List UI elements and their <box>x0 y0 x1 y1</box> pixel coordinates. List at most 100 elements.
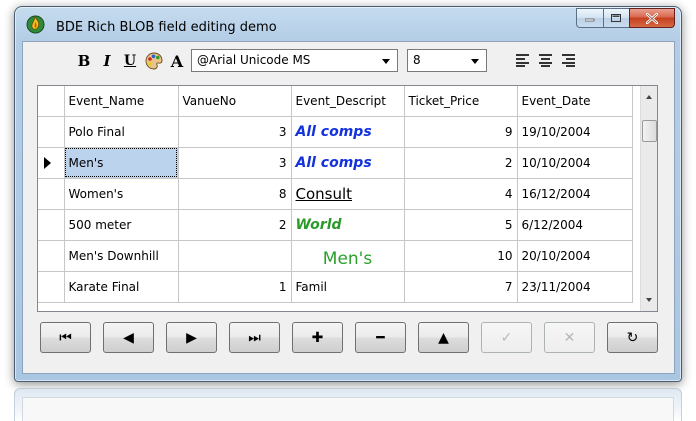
align-right-button[interactable] <box>562 54 576 67</box>
ticket-price-cell[interactable]: 4 <box>404 178 518 210</box>
event-date-cell[interactable]: 23/11/2004 <box>517 271 633 303</box>
event-descript-cell[interactable]: All comps <box>291 147 405 179</box>
table-row[interactable]: Men's 3 All comps 2 10/10/2004 <box>38 147 633 179</box>
event-date-cell[interactable]: 16/12/2004 <box>517 178 633 210</box>
scroll-down-arrow-icon[interactable] <box>646 298 652 302</box>
font-name-combo[interactable]: @Arial Unicode MS <box>191 49 398 72</box>
font-button[interactable]: A <box>166 50 188 72</box>
ticket-price-cell[interactable]: 5 <box>404 209 518 241</box>
maximize-button[interactable] <box>603 8 629 28</box>
ticket-price-cell[interactable]: 9 <box>404 116 518 148</box>
nav-last-button[interactable]: ⏭ <box>229 322 280 353</box>
chevron-down-icon <box>471 59 479 64</box>
event-name-cell[interactable]: Polo Final <box>64 116 179 148</box>
italic-icon: I <box>103 52 111 70</box>
nav-cancel-button[interactable]: ✕ <box>544 322 595 353</box>
format-toolbar: B I U A @Arial Unicode MS 8 <box>23 42 674 78</box>
scrollbar-thumb[interactable] <box>642 120 657 142</box>
row-indicator[interactable] <box>38 116 65 148</box>
underline-icon: U <box>123 53 137 69</box>
nav-post-button[interactable]: ✓ <box>481 322 532 353</box>
minimize-button[interactable] <box>576 8 603 28</box>
row-indicator[interactable] <box>38 209 65 241</box>
event-date-cell[interactable]: 19/10/2004 <box>517 116 633 148</box>
event-name-cell[interactable]: 500 meter <box>64 209 179 241</box>
row-indicator[interactable] <box>38 147 65 179</box>
venue-no-cell-text: 3 <box>278 124 287 139</box>
venue-no-cell[interactable]: 2 <box>178 209 292 241</box>
nav-prior-button[interactable]: ◀ <box>103 322 154 353</box>
ticket-price-cell-text: 9 <box>504 124 513 139</box>
title-bar[interactable]: BDE Rich BLOB field editing demo <box>15 7 681 37</box>
event-name-cell[interactable]: Men's Downhill <box>64 240 179 272</box>
align-left-button[interactable] <box>516 54 530 67</box>
nav-refresh-button[interactable]: ↻ <box>607 322 658 353</box>
event-descript-cell-text: All comps <box>295 123 372 140</box>
event-date-cell-text: 10/10/2004 <box>521 155 591 170</box>
venue-no-cell[interactable]: 3 <box>178 147 292 179</box>
event-descript-cell[interactable]: All comps <box>291 116 405 148</box>
event-name-cell[interactable]: Karate Final <box>64 271 179 303</box>
nav-first-icon: ⏮ <box>59 329 72 346</box>
ticket-price-cell[interactable]: 2 <box>404 147 518 179</box>
event-name-cell[interactable]: Women's <box>64 178 179 210</box>
column-header[interactable]: Ticket_Price <box>404 86 518 117</box>
nav-next-button[interactable]: ▶ <box>166 322 217 353</box>
row-indicator[interactable] <box>38 271 65 303</box>
close-button[interactable] <box>629 8 675 28</box>
ticket-price-cell[interactable]: 10 <box>404 240 518 272</box>
ticket-price-cell[interactable]: 7 <box>404 271 518 303</box>
event-name-cell-text: Polo Final <box>68 124 125 139</box>
scroll-up-arrow-icon[interactable] <box>646 95 652 99</box>
ticket-price-cell-text: 7 <box>504 279 513 294</box>
event-descript-cell-text: World <box>295 216 342 233</box>
palette-icon <box>145 52 163 70</box>
font-size-combo[interactable]: 8 <box>407 49 487 72</box>
vertical-scrollbar[interactable] <box>640 86 657 311</box>
event-descript-cell[interactable]: Men's <box>291 240 405 272</box>
client-area: B I U A @Arial Unicode MS 8 Event_Name V… <box>22 41 675 374</box>
column-header[interactable]: Event_Name <box>64 86 179 117</box>
nav-delete-button[interactable]: ━ <box>355 322 406 353</box>
window-title: BDE Rich BLOB field editing demo <box>56 20 277 35</box>
event-descript-cell[interactable]: Consult <box>291 178 405 210</box>
column-header[interactable]: Event_Descript <box>291 86 405 117</box>
event-name-cell[interactable]: Men's <box>64 147 179 179</box>
reflection-inner <box>22 397 674 421</box>
column-header[interactable]: VanueNo <box>178 86 292 117</box>
nav-last-icon: ⏭ <box>248 329 261 346</box>
db-navigator: ⏮ ◀ ▶ ⏭ ✚ ━ ▲ ✓ ✕ ↻ <box>40 322 665 355</box>
table-row[interactable]: Karate Final 1 Famil 7 23/11/2004 <box>38 271 633 303</box>
event-date-cell[interactable]: 6/12/2004 <box>517 209 633 241</box>
table-row[interactable]: Polo Final 3 All comps 9 19/10/2004 <box>38 116 633 148</box>
event-descript-cell[interactable]: Famil <box>291 271 405 303</box>
table-row[interactable]: Women's 8 Consult 4 16/12/2004 <box>38 178 633 210</box>
venue-no-cell[interactable] <box>178 240 292 272</box>
nav-first-button[interactable]: ⏮ <box>40 322 91 353</box>
font-name-value: @Arial Unicode MS <box>197 53 311 67</box>
font-size-value: 8 <box>413 53 421 67</box>
venue-no-cell[interactable]: 3 <box>178 116 292 148</box>
data-grid[interactable]: Event_Name VanueNo Event_Descript Ticket… <box>37 85 658 312</box>
event-date-cell[interactable]: 20/10/2004 <box>517 240 633 272</box>
nav-insert-button[interactable]: ✚ <box>292 322 343 353</box>
bold-button[interactable]: B <box>73 50 95 72</box>
event-date-cell-text: 16/12/2004 <box>521 186 591 201</box>
event-date-cell[interactable]: 10/10/2004 <box>517 147 633 179</box>
event-descript-cell-text: Men's <box>322 248 373 269</box>
event-descript-cell[interactable]: World <box>291 209 405 241</box>
event-name-cell-text: 500 meter <box>68 217 132 232</box>
grid-table: Event_Name VanueNo Event_Descript Ticket… <box>38 86 633 303</box>
column-header[interactable]: Event_Date <box>517 86 633 117</box>
venue-no-cell[interactable]: 1 <box>178 271 292 303</box>
row-indicator[interactable] <box>38 240 65 272</box>
table-row[interactable]: Men's Downhill Men's 10 20/10/2004 <box>38 240 633 272</box>
nav-edit-button[interactable]: ▲ <box>418 322 469 353</box>
row-indicator[interactable] <box>38 178 65 210</box>
italic-button[interactable]: I <box>96 50 118 72</box>
underline-button[interactable]: U <box>119 50 141 72</box>
color-button[interactable] <box>143 50 165 72</box>
venue-no-cell[interactable]: 8 <box>178 178 292 210</box>
table-row[interactable]: 500 meter 2 World 5 6/12/2004 <box>38 209 633 241</box>
align-center-button[interactable] <box>539 54 553 67</box>
